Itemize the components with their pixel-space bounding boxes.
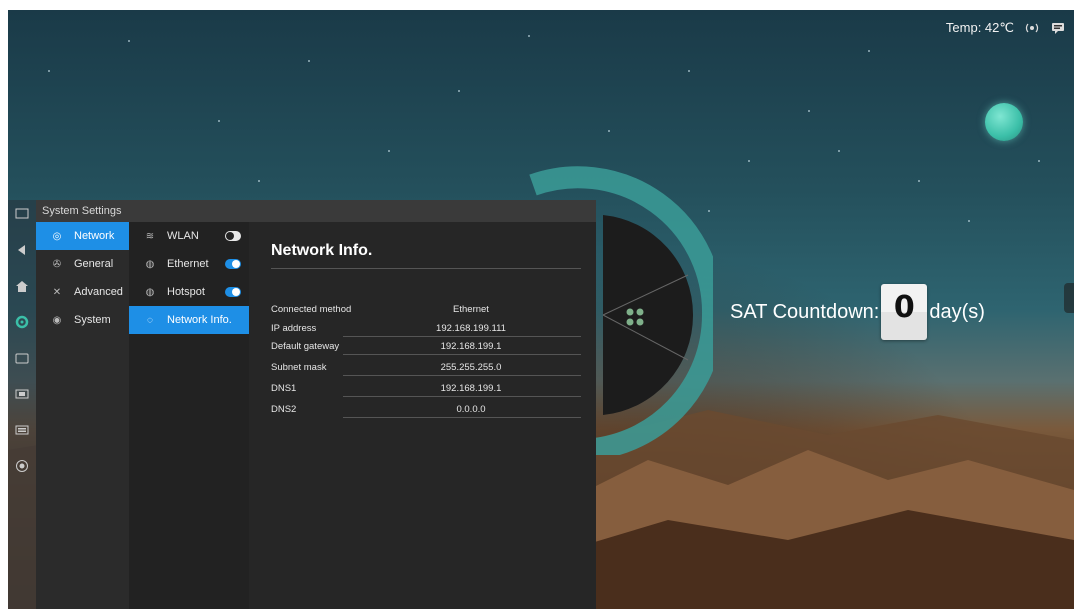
folder-icon[interactable] <box>12 348 32 368</box>
network-info-panel: Network Info. Connected method Ethernet … <box>249 222 596 609</box>
info-value: 192.168.199.1 <box>440 341 502 352</box>
menu-item-network[interactable]: ◎ Network <box>36 222 129 250</box>
info-row: DNS1 192.168.199.1 <box>271 381 581 397</box>
submenu-item-label: Hotspot <box>167 286 205 298</box>
menu-item-label: General <box>74 258 114 270</box>
star <box>808 110 810 112</box>
star <box>218 120 220 122</box>
panel-title: Network Info. <box>271 242 373 259</box>
submenu-item-hotspot[interactable]: ◍ Hotspot <box>129 278 249 306</box>
submenu-item-label: WLAN <box>167 230 199 242</box>
star <box>608 130 610 132</box>
network-icon: ◎ <box>52 230 62 242</box>
back-icon[interactable] <box>12 240 32 260</box>
menu-item-advanced[interactable]: ✕ Advanced <box>36 278 129 306</box>
system-icon: ◉ <box>52 314 62 326</box>
info-value: 255.255.255.0 <box>440 362 502 373</box>
divider <box>271 268 581 269</box>
hotspot-icon: ◍ <box>145 286 155 298</box>
star <box>868 50 870 52</box>
settings-title: System Settings <box>36 200 596 222</box>
menu-item-system[interactable]: ◉ System <box>36 306 129 334</box>
info-key: IP address <box>271 323 317 334</box>
wifi-icon: ≋ <box>145 230 155 242</box>
info-row: Connected method Ethernet <box>271 302 581 318</box>
star <box>748 160 750 162</box>
info-key: Subnet mask <box>271 362 327 373</box>
hotspot-toggle[interactable] <box>225 287 241 297</box>
countdown-digit: 0 <box>893 290 915 325</box>
star <box>458 90 460 92</box>
ethernet-icon: ◍ <box>145 258 155 270</box>
submenu-item-label: Ethernet <box>167 258 209 270</box>
countdown-flip-card: 0 <box>881 284 928 340</box>
info-value: Ethernet <box>453 304 489 315</box>
countdown-label: SAT Countdown: <box>730 300 880 323</box>
info-icon: ◌ <box>147 314 153 326</box>
star <box>838 150 840 152</box>
star <box>258 180 260 182</box>
divider <box>343 336 581 337</box>
info-key: DNS2 <box>271 404 297 415</box>
screen-icon[interactable] <box>12 204 32 224</box>
temperature-readout: Temp: 42℃ <box>945 20 1014 35</box>
system-settings-window: System Settings ◎ Network ✇ General ✕ Ad… <box>36 200 596 609</box>
star <box>968 220 970 222</box>
info-row: DNS2 0.0.0.0 <box>271 402 581 418</box>
menu-item-label: System <box>74 314 111 326</box>
network-submenu: ≋ WLAN ◍ Ethernet ◍ Hotspot ◌ Network In… <box>129 222 249 609</box>
sat-countdown-widget[interactable]: SAT Countdown: 0 day(s) <box>730 284 985 340</box>
divider <box>343 354 581 355</box>
info-value: 192.168.199.1 <box>440 383 502 394</box>
chat-icon[interactable] <box>1050 20 1066 36</box>
star <box>388 150 390 152</box>
info-row: Default gateway 192.168.199.1 <box>271 339 581 355</box>
info-key: Connected method <box>271 304 352 315</box>
menu-item-general[interactable]: ✇ General <box>36 250 129 278</box>
info-row: Subnet mask 255.255.255.0 <box>271 360 581 376</box>
divider <box>343 375 581 376</box>
info-key: DNS1 <box>271 383 297 394</box>
floating-assistant-button[interactable] <box>985 103 1023 141</box>
star <box>1038 160 1040 162</box>
divider <box>343 417 581 418</box>
keyboard-icon[interactable] <box>12 420 32 440</box>
info-key: Default gateway <box>271 341 340 352</box>
settings-menu: ◎ Network ✇ General ✕ Advanced ◉ System <box>36 222 129 609</box>
side-panel-handle[interactable] <box>1064 283 1074 313</box>
desktop-background: Temp: 42℃ System Settings ◎ Network ✇ Ge… <box>8 10 1074 609</box>
star <box>128 40 130 42</box>
settings-icon[interactable] <box>12 312 32 332</box>
star <box>528 35 530 37</box>
info-value: 0.0.0.0 <box>456 404 486 415</box>
menu-item-label: Network <box>74 230 115 242</box>
countdown-unit: day(s) <box>929 300 985 323</box>
globe-icon[interactable] <box>12 456 32 476</box>
info-value: 192.168.199.111 <box>436 323 506 334</box>
submenu-item-ethernet[interactable]: ◍ Ethernet <box>129 250 249 278</box>
submenu-item-label: Network Info. <box>167 314 232 326</box>
info-row: IP address 192.168.199.111 <box>271 321 581 337</box>
home-icon[interactable] <box>12 276 32 296</box>
star <box>688 70 690 72</box>
submenu-item-wlan[interactable]: ≋ WLAN <box>129 222 249 250</box>
ethernet-toggle[interactable] <box>225 259 241 269</box>
submenu-item-network-info[interactable]: ◌ Network Info. <box>129 306 249 334</box>
divider <box>343 396 581 397</box>
status-bar: Temp: 42℃ <box>946 20 1066 36</box>
star <box>308 60 310 62</box>
signal-icon[interactable] <box>1024 20 1040 36</box>
menu-item-label: Advanced <box>74 286 123 298</box>
source-icon[interactable] <box>12 384 32 404</box>
wlan-toggle[interactable] <box>225 231 241 241</box>
star <box>918 180 920 182</box>
star <box>48 70 50 72</box>
gear-icon: ✇ <box>52 258 62 270</box>
tools-icon: ✕ <box>52 286 62 298</box>
side-dock <box>8 200 36 609</box>
